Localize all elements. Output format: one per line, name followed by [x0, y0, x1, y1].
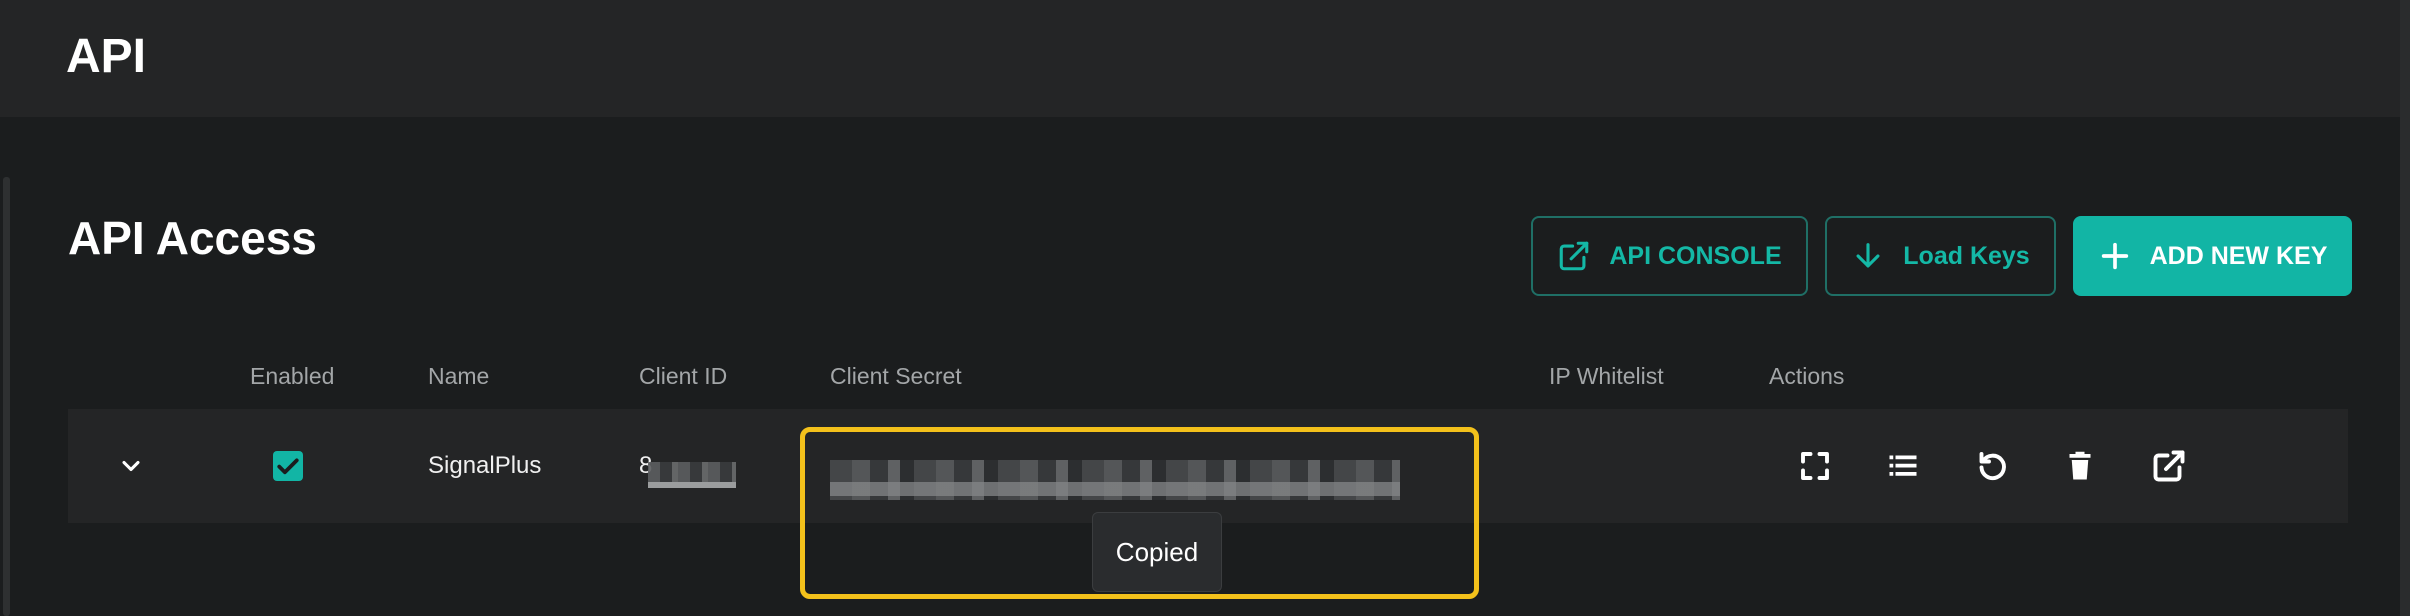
- open-external-icon: [1560, 241, 1589, 271]
- api-console-button[interactable]: API CONSOLE: [1531, 216, 1808, 296]
- arrow-down-icon: [1856, 243, 1880, 268]
- enabled-checkbox[interactable]: [273, 451, 303, 481]
- expand-icon: [1801, 452, 1829, 480]
- chevron-down-icon[interactable]: [117, 452, 145, 480]
- refresh-action[interactable]: [1974, 448, 2010, 484]
- open-external-icon: [2153, 450, 2185, 482]
- load-keys-button[interactable]: Load Keys: [1825, 216, 2056, 296]
- expand-action[interactable]: [1797, 448, 1833, 484]
- section-title: API Access: [68, 212, 317, 264]
- copied-tooltip: Copied: [1092, 512, 1222, 592]
- open-action[interactable]: [2151, 448, 2187, 484]
- client-id-redacted[interactable]: [648, 462, 736, 488]
- refresh-icon: [1979, 452, 2006, 481]
- delete-action[interactable]: [2062, 448, 2098, 484]
- column-header-client-secret: Client Secret: [830, 363, 962, 389]
- column-header-client-id: Client ID: [639, 363, 728, 389]
- page-scrollbar[interactable]: [2400, 0, 2410, 616]
- list-icon: [1889, 455, 1917, 476]
- list-action[interactable]: [1885, 448, 1921, 484]
- column-header-enabled: Enabled: [250, 363, 335, 389]
- plus-icon: [2101, 242, 2128, 270]
- app-title: API: [66, 30, 147, 83]
- load-keys-label: Load Keys: [1903, 241, 2030, 270]
- column-header-actions: Actions: [1769, 363, 1845, 389]
- column-header-name: Name: [428, 363, 490, 389]
- api-console-label: API CONSOLE: [1609, 241, 1782, 270]
- trash-icon: [2069, 451, 2091, 480]
- row-name: SignalPlus: [428, 452, 542, 479]
- add-new-key-label: ADD NEW KEY: [2149, 241, 2328, 270]
- check-icon: [277, 458, 299, 475]
- column-header-ip-whitelist: IP Whitelist: [1549, 363, 1664, 389]
- left-scroll-rail[interactable]: [3, 177, 10, 616]
- add-new-key-button[interactable]: ADD NEW KEY: [2073, 216, 2352, 296]
- top-bar: API: [0, 0, 2400, 117]
